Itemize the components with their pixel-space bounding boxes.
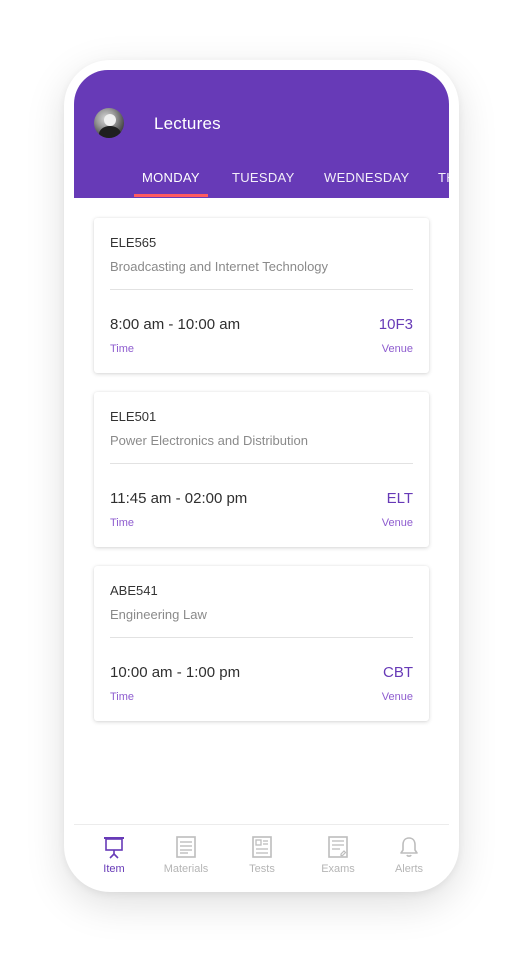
page-title: Lectures	[154, 114, 221, 133]
document-icon	[176, 836, 196, 858]
nav-label: Item	[103, 863, 125, 875]
course-code: ABE541	[110, 583, 158, 598]
course-code: ELE501	[110, 409, 157, 424]
day-tabs: MONDAY TUESDAY WEDNESDAY TH	[74, 170, 449, 198]
lecture-time: 11:45 am - 02:00 pm	[110, 490, 248, 507]
tab-thursday[interactable]: TH	[438, 170, 449, 185]
lecture-venue: CBT	[383, 664, 413, 681]
card-divider	[110, 463, 413, 464]
course-name: Engineering Law	[110, 607, 207, 622]
avatar-body	[99, 126, 121, 138]
lecture-card[interactable]: ABE541 Engineering Law 10:00 am - 1:00 p…	[94, 566, 429, 721]
tab-monday[interactable]: MONDAY	[142, 170, 200, 185]
lecture-venue: ELT	[386, 490, 413, 507]
tab-tuesday[interactable]: TUESDAY	[232, 170, 295, 185]
nav-item-item[interactable]: Item	[82, 825, 146, 882]
nav-item-exams[interactable]: Exams	[306, 825, 370, 882]
lecture-time: 10:00 am - 1:00 pm	[110, 664, 241, 681]
lecture-list: ELE565 Broadcasting and Internet Technol…	[74, 198, 449, 824]
lecture-venue: 10F3	[378, 316, 413, 333]
document-lines-icon	[252, 836, 272, 858]
nav-item-alerts[interactable]: Alerts	[377, 825, 441, 882]
presentation-icon	[104, 837, 124, 859]
time-label: Time	[110, 343, 135, 355]
bell-icon	[400, 837, 418, 857]
app-screen: Lectures MONDAY TUESDAY WEDNESDAY TH ELE…	[74, 70, 449, 882]
avatar[interactable]	[94, 108, 124, 138]
nav-item-materials[interactable]: Materials	[154, 825, 218, 882]
avatar-head	[104, 114, 116, 126]
course-name: Broadcasting and Internet Technology	[110, 259, 329, 274]
document-edit-icon	[328, 836, 348, 858]
nav-item-tests[interactable]: Tests	[230, 825, 294, 882]
app-bar: Lectures MONDAY TUESDAY WEDNESDAY TH	[74, 70, 449, 198]
lecture-card[interactable]: ELE501 Power Electronics and Distributio…	[94, 392, 429, 547]
venue-label: Venue	[381, 691, 413, 703]
time-label: Time	[110, 691, 135, 703]
venue-label: Venue	[381, 343, 413, 355]
time-label: Time	[110, 517, 135, 529]
nav-label: Exams	[321, 863, 355, 875]
lecture-card[interactable]: ELE565 Broadcasting and Internet Technol…	[94, 218, 429, 373]
tab-indicator	[134, 194, 208, 197]
card-divider	[110, 289, 413, 290]
nav-label: Tests	[249, 863, 275, 875]
course-name: Power Electronics and Distribution	[110, 433, 308, 448]
course-code: ELE565	[110, 235, 157, 250]
tab-wednesday[interactable]: WEDNESDAY	[324, 170, 410, 185]
card-divider	[110, 637, 413, 638]
lecture-time: 8:00 am - 10:00 am	[110, 316, 241, 333]
nav-label: Materials	[163, 863, 209, 875]
venue-label: Venue	[381, 517, 413, 529]
nav-label: Alerts	[394, 863, 424, 875]
bottom-navigation: Item Materials Tests Exams Alerts	[74, 824, 449, 882]
